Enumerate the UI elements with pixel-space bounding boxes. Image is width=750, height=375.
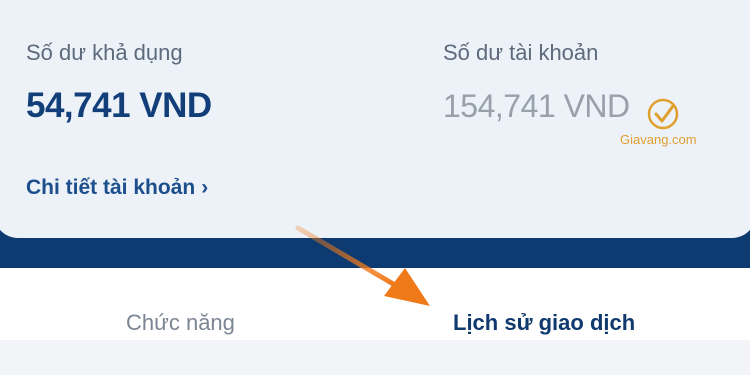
content-divider <box>0 340 750 375</box>
account-balance-amount: 154,741 VND <box>443 88 630 124</box>
available-balance-amount: 54,741 VND <box>26 86 212 125</box>
tab-transaction-history[interactable]: Lịch sử giao dịch <box>453 310 635 336</box>
account-balance-label: Số dư tài khoản <box>443 40 599 65</box>
account-detail-label: Chi tiết tài khoản <box>26 176 196 199</box>
available-balance-label: Số dư khả dụng <box>26 40 183 65</box>
watermark-text: Giavang.com <box>620 132 697 147</box>
account-detail-link[interactable]: Chi tiết tài khoản › <box>26 176 208 200</box>
chevron-right-icon: › <box>201 176 209 199</box>
tab-functions[interactable]: Chức năng <box>126 310 235 336</box>
